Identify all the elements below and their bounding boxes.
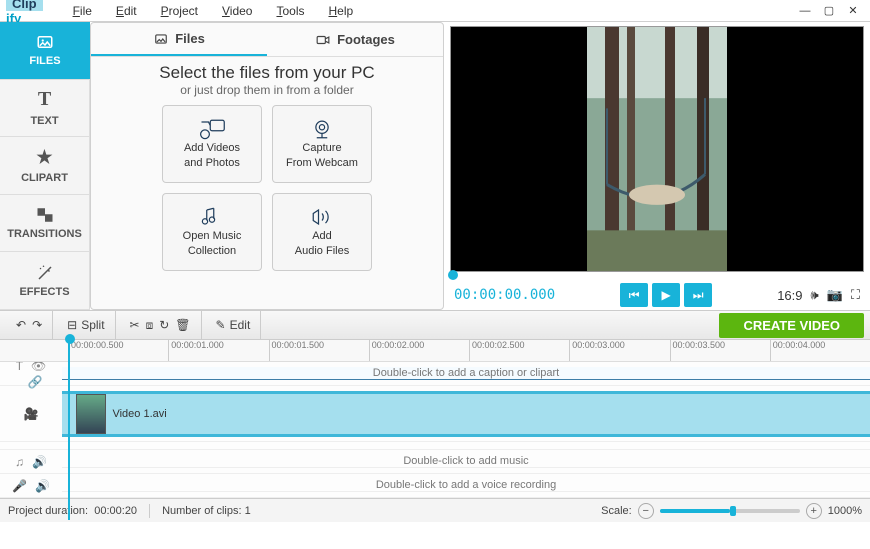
- playhead[interactable]: [68, 340, 70, 520]
- video-clip[interactable]: ⦙ Video 1.avi: [62, 394, 173, 434]
- redo-button[interactable]: ↷: [32, 318, 42, 332]
- cut-button[interactable]: ✂: [130, 318, 140, 332]
- delete-button[interactable]: 🗑: [175, 318, 190, 332]
- ruler[interactable]: 00:00:00.500 00:00:01.000 00:00:01.500 0…: [0, 340, 870, 362]
- clip-name: Video 1.avi: [112, 408, 166, 420]
- close-button[interactable]: ✕: [842, 2, 864, 20]
- video-track[interactable]: ⦙ Video 1.avi: [62, 391, 870, 437]
- next-button[interactable]: ⏭: [684, 283, 712, 307]
- sidebar-tab-files[interactable]: FILES: [0, 22, 90, 80]
- edit-button[interactable]: ✎Edit: [216, 318, 251, 332]
- play-button[interactable]: ▶: [652, 283, 680, 307]
- effects-icon: [36, 264, 54, 282]
- menu-tools[interactable]: Tools: [266, 2, 314, 20]
- voice-track[interactable]: Double-click to add a voice recording: [62, 479, 870, 492]
- video-track-label: 🎥: [0, 386, 62, 441]
- menu-file[interactable]: File: [63, 2, 102, 20]
- panel-subtitle: or just drop them in from a folder: [180, 83, 353, 97]
- preview-pane: 00:00:00.000 ⏮ ▶ ⏭ 16:9 🕪 📷 ⛶: [450, 22, 870, 310]
- title-bar: Clipify File Edit Project Video Tools He…: [0, 0, 870, 22]
- capture-webcam-button[interactable]: CaptureFrom Webcam: [272, 105, 372, 183]
- menu-video[interactable]: Video: [212, 2, 262, 20]
- fullscreen-icon[interactable]: ⛶: [851, 287, 860, 303]
- playhead-bar[interactable]: [450, 272, 864, 280]
- timeline-toolbar: ↶ ↷ ⊟Split ✂ ⧈ ↻ 🗑 ✎Edit CREATE VIDEO: [0, 310, 870, 340]
- scale-label: Scale:: [601, 505, 632, 517]
- open-music-button[interactable]: Open MusicCollection: [162, 193, 262, 271]
- footages-tab[interactable]: Footages: [267, 23, 443, 56]
- rotate-button[interactable]: ↻: [159, 318, 169, 332]
- image-icon: [36, 33, 54, 51]
- create-video-button[interactable]: CREATE VIDEO: [719, 313, 864, 338]
- speaker-icon[interactable]: 🔊: [35, 479, 50, 493]
- music-track-label: ♫🔊: [0, 450, 62, 473]
- clips-label: Number of clips: 1: [162, 505, 251, 517]
- speaker-icon[interactable]: 🔊: [32, 455, 47, 469]
- duration-label: Project duration: 00:00:20: [8, 505, 137, 517]
- voice-track-label: 🎤🔊: [0, 474, 62, 497]
- zoom-in-button[interactable]: +: [806, 503, 822, 519]
- sidebar-tab-text[interactable]: T TEXT: [0, 80, 90, 138]
- sidebar-tab-effects[interactable]: EFFECTS: [0, 252, 90, 310]
- aspect-ratio[interactable]: 16:9: [777, 288, 802, 303]
- timeline: 00:00:00.500 00:00:01.000 00:00:01.500 0…: [0, 340, 870, 498]
- undo-button[interactable]: ↶: [16, 318, 26, 332]
- volume-icon[interactable]: 🕪: [811, 287, 819, 303]
- menu-bar: File Edit Project Video Tools Help: [63, 2, 364, 20]
- minimize-button[interactable]: —: [794, 2, 816, 20]
- files-tab[interactable]: Files: [91, 23, 267, 56]
- scale-value: 1000%: [828, 505, 862, 517]
- panel-title: Select the files from your PC: [159, 63, 374, 83]
- transitions-icon: [36, 206, 54, 224]
- zoom-out-button[interactable]: −: [638, 503, 654, 519]
- status-bar: Project duration: 00:00:20 Number of cli…: [0, 498, 870, 522]
- sidebar-tab-transitions[interactable]: TRANSITIONS: [0, 195, 90, 253]
- music-icon: ♫: [15, 455, 24, 469]
- sidebar-tab-clipart[interactable]: ★ CLIPART: [0, 137, 90, 195]
- add-audio-button[interactable]: AddAudio Files: [272, 193, 372, 271]
- files-icon: [153, 32, 169, 46]
- mic-icon: 🎤: [12, 479, 27, 493]
- menu-help[interactable]: Help: [318, 2, 363, 20]
- zoom-slider[interactable]: [660, 509, 800, 513]
- clip-thumbnail: [76, 394, 106, 434]
- snapshot-icon[interactable]: 📷: [827, 287, 843, 303]
- files-panel: Files Footages Select the files from you…: [90, 22, 444, 310]
- menu-project[interactable]: Project: [151, 2, 208, 20]
- caption-track-label: T👁 🔗: [0, 362, 62, 385]
- maximize-button[interactable]: ▢: [818, 2, 840, 20]
- sidebar: FILES T TEXT ★ CLIPART TRANSITIONS EFFEC…: [0, 22, 90, 310]
- camera-icon: 🎥: [24, 407, 39, 421]
- timecode: 00:00:00.000: [454, 287, 555, 303]
- prev-button[interactable]: ⏮: [620, 283, 648, 307]
- caption-track[interactable]: Double-click to add a caption or clipart: [62, 367, 870, 380]
- footages-icon: [315, 33, 331, 47]
- add-videos-photos-button[interactable]: Add Videosand Photos: [162, 105, 262, 183]
- split-button[interactable]: ⊟Split: [67, 318, 104, 332]
- crop-button[interactable]: ⧈: [146, 318, 154, 333]
- menu-edit[interactable]: Edit: [106, 2, 147, 20]
- music-track[interactable]: Double-click to add music: [62, 455, 870, 468]
- video-preview[interactable]: [450, 26, 864, 272]
